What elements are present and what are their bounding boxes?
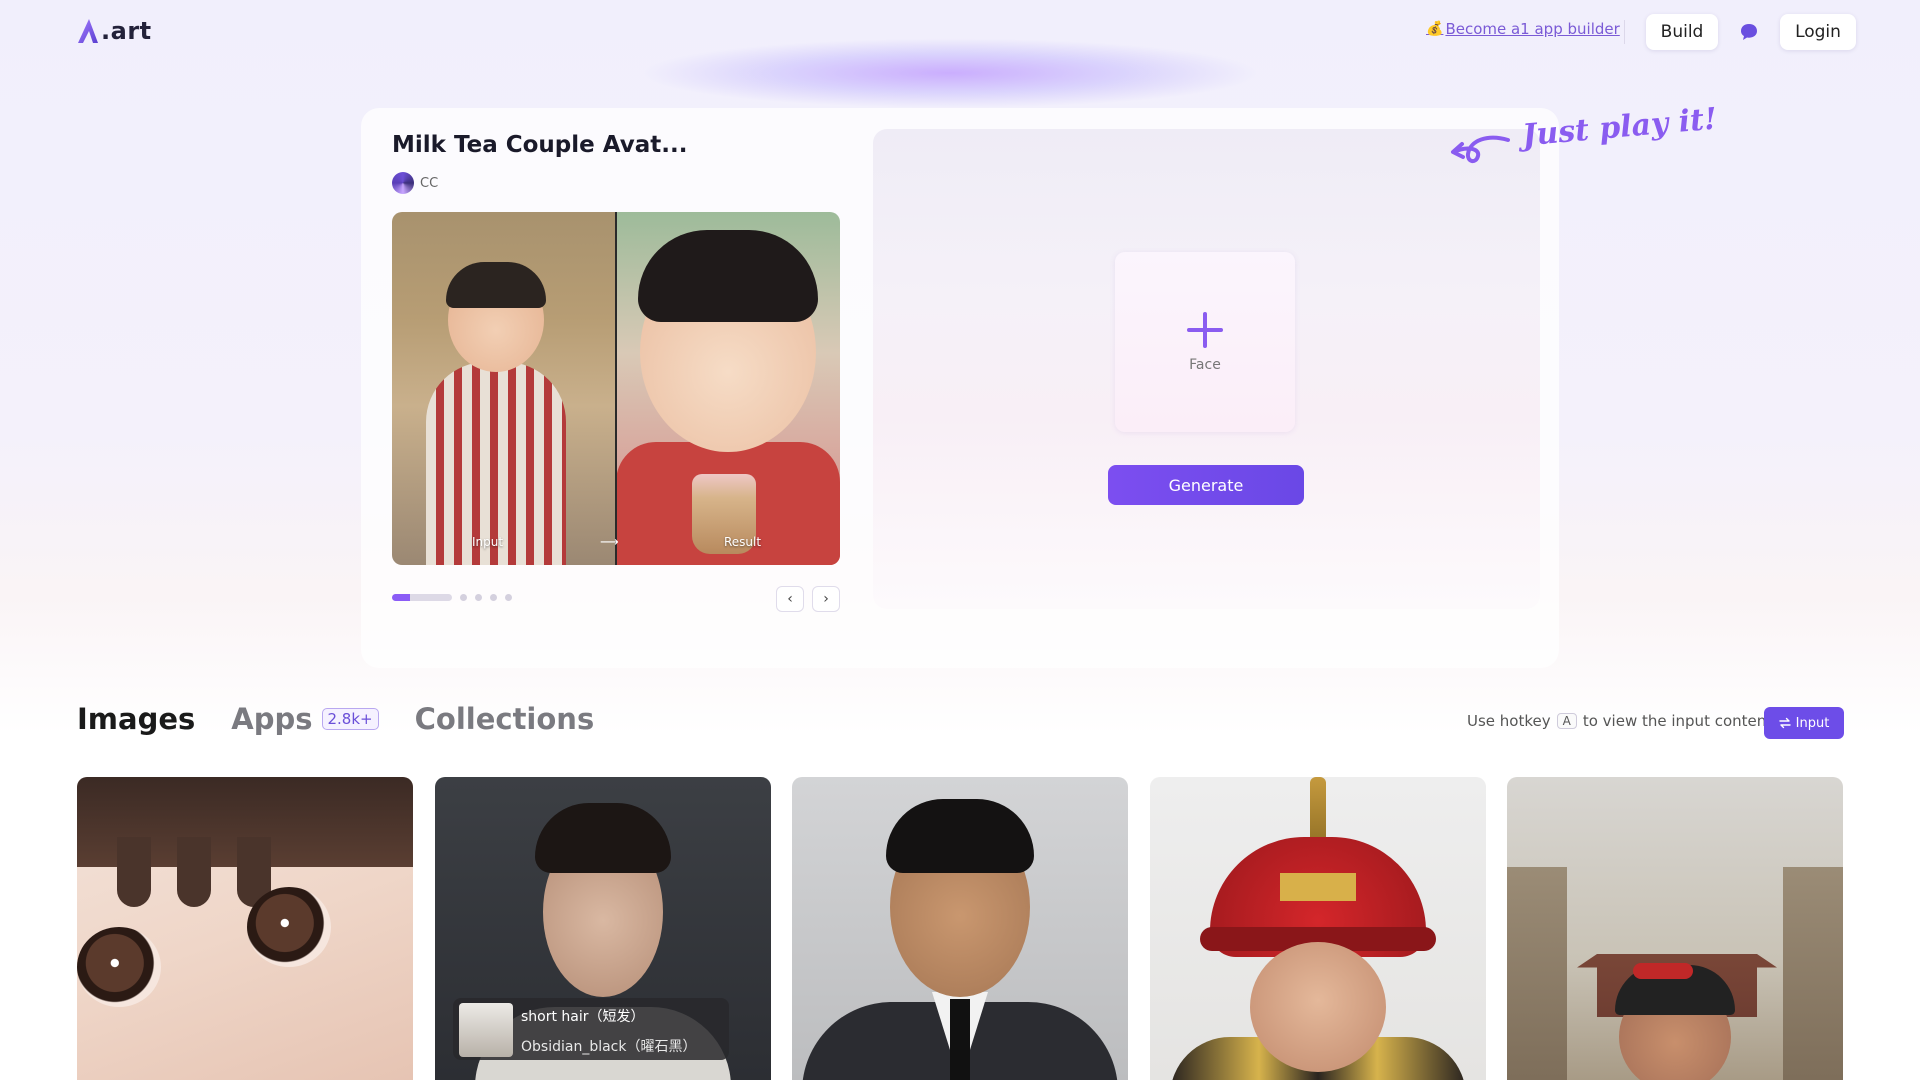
card-hair xyxy=(886,799,1034,873)
card-prompt-line-1: short hair（短发） xyxy=(521,1009,645,1025)
author-info[interactable]: CC xyxy=(392,172,438,194)
build-button[interactable]: Build xyxy=(1646,14,1718,50)
become-builder-label: Become a1 app builder xyxy=(1445,20,1620,38)
header-divider xyxy=(1624,20,1625,44)
header-glow-decoration xyxy=(640,38,1260,108)
card-anime-bang xyxy=(117,837,151,907)
card-tie xyxy=(950,999,970,1080)
logo[interactable]: .art xyxy=(77,14,152,48)
carousel-prev-button[interactable]: ‹ xyxy=(776,586,804,612)
card-prompt-overlay: short hair（短发） Obsidian_black（曜石黑） xyxy=(453,998,729,1060)
apps-count-badge: 2.8k+ xyxy=(321,708,379,730)
tab-collections[interactable]: Collections xyxy=(415,702,595,736)
carousel-indicator[interactable] xyxy=(460,594,467,601)
card-hair xyxy=(535,803,671,873)
carousel-indicator-active[interactable] xyxy=(392,594,452,601)
card-cap-band xyxy=(1633,963,1693,979)
hotkey-key: A xyxy=(1556,713,1577,729)
just-play-it-hint: Just play it! xyxy=(1520,101,1719,154)
input-button-label: Input xyxy=(1795,715,1830,731)
logo-mark-icon xyxy=(78,19,98,43)
before-after-preview: Input ⟶ Result xyxy=(392,212,840,565)
card-anime-eye xyxy=(77,927,161,1007)
author-avatar xyxy=(392,172,414,194)
content-tabs: Images Apps 2.8k+ Collections xyxy=(77,702,594,736)
hotkey-suffix: to view the input content xyxy=(1582,712,1773,730)
generate-button[interactable]: Generate xyxy=(1108,465,1304,505)
input-toggle-button[interactable]: Input xyxy=(1764,707,1844,739)
input-image xyxy=(392,212,616,565)
tab-images[interactable]: Images xyxy=(77,702,195,736)
result-label: Result xyxy=(724,535,762,549)
face-upload-box[interactable]: Face xyxy=(1115,252,1295,432)
carousel-indicator[interactable] xyxy=(505,594,512,601)
card-wall-left xyxy=(1507,867,1567,1080)
curved-arrow-icon xyxy=(1451,135,1510,163)
chat-bubble-icon[interactable] xyxy=(1739,22,1759,42)
card-wall-right xyxy=(1783,867,1843,1080)
card-hat-ornament xyxy=(1280,873,1356,901)
gallery-card[interactable] xyxy=(1507,777,1843,1080)
carousel-indicators xyxy=(392,594,512,601)
card-prompt-line-2: Obsidian_black（曜石黑） xyxy=(521,1039,697,1055)
gallery-card[interactable] xyxy=(77,777,413,1080)
gallery-card[interactable] xyxy=(1150,777,1486,1080)
result-image xyxy=(616,212,840,565)
carousel-indicator[interactable] xyxy=(475,594,482,601)
card-face xyxy=(1250,942,1386,1072)
app-title: Milk Tea Couple Avat... xyxy=(392,132,688,158)
author-name: CC xyxy=(420,175,439,191)
card-anime-eye xyxy=(247,887,331,967)
face-upload-label: Face xyxy=(1189,357,1221,373)
input-child-hair xyxy=(446,262,546,308)
become-builder-link[interactable]: 💰 Become a1 app builder xyxy=(1426,20,1620,38)
hotkey-prefix: Use hotkey xyxy=(1467,712,1551,730)
result-child-hair xyxy=(638,230,818,322)
logo-text: .art xyxy=(101,17,152,45)
card-input-thumbnail xyxy=(459,1003,513,1057)
plus-icon xyxy=(1187,312,1223,348)
money-bag-icon: 💰 xyxy=(1426,21,1444,37)
login-button[interactable]: Login xyxy=(1780,14,1856,50)
swap-icon xyxy=(1778,717,1791,729)
tab-apps[interactable]: Apps xyxy=(231,702,312,736)
card-anime-bang xyxy=(177,837,211,907)
gallery-card[interactable] xyxy=(792,777,1128,1080)
gallery-card[interactable]: short hair（短发） Obsidian_black（曜石黑） xyxy=(435,777,771,1080)
carousel-indicator[interactable] xyxy=(490,594,497,601)
hotkey-hint: Use hotkey A to view the input content xyxy=(1467,712,1772,730)
compare-divider[interactable] xyxy=(615,212,617,565)
compare-arrow-icon: ⟶ xyxy=(600,535,619,550)
carousel-next-button[interactable]: › xyxy=(812,586,840,612)
input-label: Input xyxy=(472,535,504,549)
